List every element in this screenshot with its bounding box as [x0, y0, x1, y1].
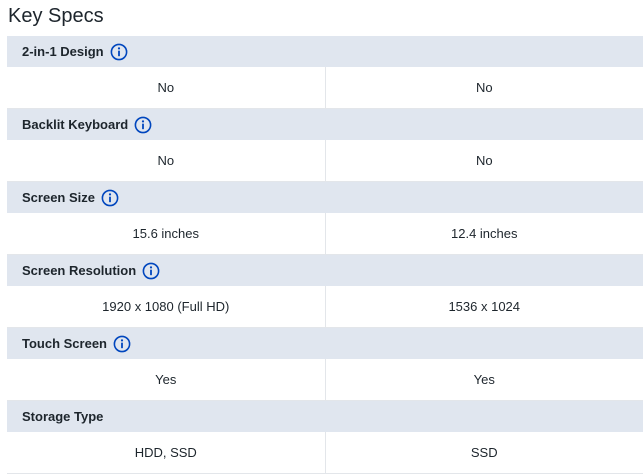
spec-header: Storage Type — [7, 401, 643, 432]
spec-label: Touch Screen — [22, 336, 108, 351]
spec-header: Touch Screen — [7, 328, 643, 359]
spec-header: Screen Size — [7, 182, 643, 213]
spec-row-2-in-1-design: 2-in-1 Design No No — [7, 36, 643, 109]
spec-values: HDD, SSD SSD — [7, 432, 643, 474]
info-icon[interactable] — [142, 262, 160, 280]
spec-value-product-2: No — [475, 80, 493, 95]
info-icon[interactable] — [134, 116, 152, 134]
spec-label: Backlit Keyboard — [22, 117, 129, 132]
spec-value-product-1: No — [7, 67, 326, 108]
spec-value-product-2: Yes — [473, 372, 495, 387]
spec-value-product-1: No — [7, 140, 326, 181]
spec-value-product-2: 12.4 inches — [451, 226, 518, 241]
spec-value-product-1: 1920 x 1080 (Full HD) — [7, 286, 326, 327]
spec-values: No No — [7, 67, 643, 109]
spec-value-product-1: Yes — [7, 359, 326, 400]
spec-value-product-1: HDD, SSD — [7, 432, 326, 473]
spec-label: 2-in-1 Design — [22, 44, 104, 59]
info-icon[interactable] — [110, 43, 128, 61]
spec-values: No No — [7, 140, 643, 182]
spec-label: Screen Resolution — [22, 263, 137, 278]
info-icon[interactable] — [101, 189, 119, 207]
spec-label: Storage Type — [22, 409, 104, 424]
page-title: Key Specs — [8, 5, 104, 27]
key-specs-table: 2-in-1 Design No No Backlit Keyboard No … — [7, 36, 643, 474]
spec-value-product-2: No — [475, 153, 493, 168]
spec-row-storage-type: Storage Type HDD, SSD SSD — [7, 401, 643, 474]
spec-row-screen-resolution: Screen Resolution 1920 x 1080 (Full HD) … — [7, 255, 643, 328]
spec-row-screen-size: Screen Size 15.6 inches 12.4 inches — [7, 182, 643, 255]
spec-row-backlit-keyboard: Backlit Keyboard No No — [7, 109, 643, 182]
spec-header: Screen Resolution — [7, 255, 643, 286]
spec-values: 15.6 inches 12.4 inches — [7, 213, 643, 255]
spec-row-touch-screen: Touch Screen Yes Yes — [7, 328, 643, 401]
spec-label: Screen Size — [22, 190, 95, 205]
spec-header: Backlit Keyboard — [7, 109, 643, 140]
spec-header: 2-in-1 Design — [7, 36, 643, 67]
spec-value-product-1: 15.6 inches — [7, 213, 326, 254]
spec-values: 1920 x 1080 (Full HD) 1536 x 1024 — [7, 286, 643, 328]
info-icon[interactable] — [113, 335, 131, 353]
spec-values: Yes Yes — [7, 359, 643, 401]
spec-value-product-2: SSD — [470, 445, 498, 460]
spec-value-product-2: 1536 x 1024 — [448, 299, 521, 314]
